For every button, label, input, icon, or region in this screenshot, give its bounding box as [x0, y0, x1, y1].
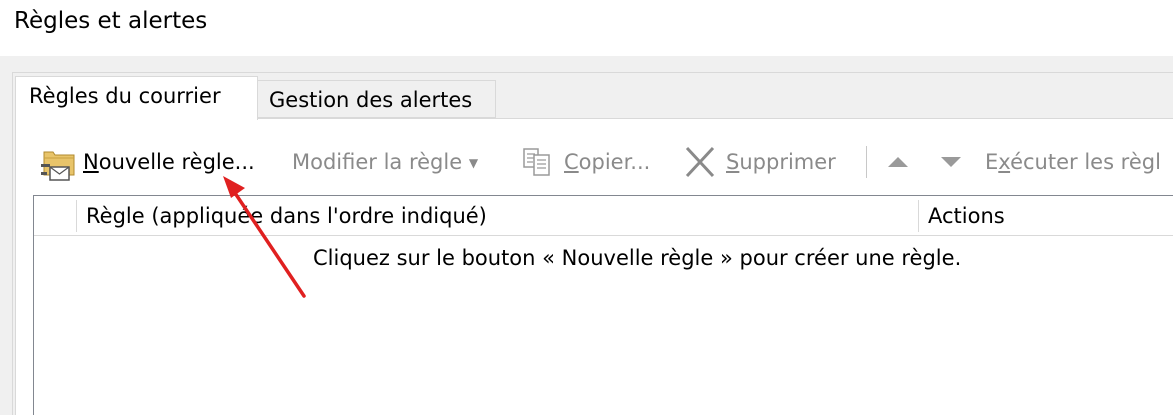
delete-label: upprimer — [739, 150, 836, 174]
run-rules-mnemonic: x — [998, 150, 1011, 174]
copy-mnemonic: C — [564, 150, 579, 174]
move-up-icon[interactable] — [886, 152, 910, 172]
delete-button[interactable]: Supprimer — [726, 144, 836, 180]
column-divider — [918, 200, 919, 232]
rules-list[interactable]: Règle (appliquée dans l'ordre indiqué) A… — [33, 195, 1173, 415]
column-divider — [76, 200, 77, 232]
copy-button[interactable]: Copier... — [564, 144, 650, 180]
rules-list-header: Règle (appliquée dans l'ordre indiqué) A… — [34, 196, 1173, 236]
modify-rule-label: Modifier la règle — [292, 150, 463, 174]
run-rules-button[interactable]: Exécuter les règl — [985, 144, 1161, 180]
title-bar: Règles et alertes — [0, 0, 1173, 56]
new-rule-button[interactable]: Nouvelle règle... — [83, 144, 255, 180]
window-title: Règles et alertes — [14, 8, 208, 34]
run-rules-prefix: E — [985, 150, 999, 174]
delete-x-icon — [685, 146, 715, 178]
tab-manage-alerts[interactable]: Gestion des alertes — [258, 80, 496, 118]
run-rules-label: écuter les règl — [1010, 150, 1161, 174]
delete-mnemonic: S — [726, 150, 740, 174]
column-header-rule[interactable]: Règle (appliquée dans l'ordre indiqué) — [86, 196, 916, 236]
new-rule-label: ouvelle règle... — [98, 150, 255, 174]
modify-rule-button[interactable]: Modifier la règle ▼ — [292, 144, 478, 180]
new-rule-mnemonic: N — [83, 150, 99, 174]
column-header-actions[interactable]: Actions — [928, 196, 1173, 236]
move-down-icon[interactable] — [939, 152, 963, 172]
toolbar-separator — [866, 146, 867, 178]
copy-label: opier... — [578, 150, 651, 174]
tab-mail-rules[interactable]: Règles du courrier — [15, 76, 258, 120]
new-rule-icon — [41, 151, 75, 181]
dropdown-caret-icon: ▼ — [468, 156, 479, 170]
empty-list-message: Cliquez sur le bouton « Nouvelle règle »… — [313, 246, 962, 270]
copy-icon — [523, 148, 550, 176]
